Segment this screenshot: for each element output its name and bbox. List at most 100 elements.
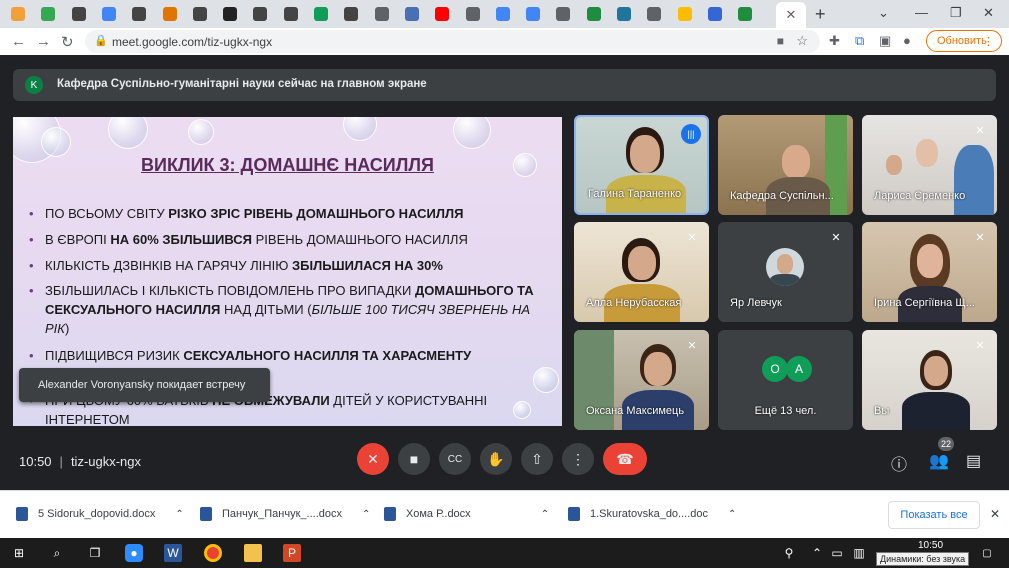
extensions-icon[interactable]: ✚	[829, 33, 840, 49]
download-item[interactable]: 5 Sidoruk_dopovid.docx ⌃	[16, 507, 184, 521]
task-view-icon[interactable]: ❒	[86, 544, 104, 562]
end-call-button[interactable]: ☎	[603, 443, 647, 475]
wordpress-icon	[617, 7, 631, 21]
browser-tab[interactable]	[491, 3, 515, 25]
address-bar[interactable]: 🔒 meet.google.com/tiz-ugkx-ngx ■ ☆	[85, 30, 820, 53]
tab-search-icon[interactable]: ⌄	[878, 5, 889, 21]
restore-icon[interactable]: ❐	[950, 5, 962, 21]
chevron-up-icon[interactable]: ⌃	[362, 509, 370, 520]
browser-tab[interactable]	[97, 3, 121, 25]
profile-icon[interactable]: ●	[903, 33, 911, 48]
browser-tab[interactable]	[6, 3, 30, 25]
browser-tab[interactable]	[158, 3, 182, 25]
browser-tab[interactable]	[521, 3, 545, 25]
more-participants-tile[interactable]: О А Ещё 13 чел.	[718, 330, 853, 430]
url-text[interactable]: meet.google.com/tiz-ugkx-ngx	[112, 35, 272, 49]
browser-tab[interactable]	[551, 3, 575, 25]
docs-icon	[526, 7, 541, 21]
download-item[interactable]: Панчук_Панчук_....docx ⌃	[200, 507, 370, 521]
participant-avatar: А	[786, 356, 812, 382]
clock-time[interactable]: 10:50	[918, 540, 943, 551]
notifications-icon[interactable]: ▢	[978, 544, 996, 562]
browser-tab[interactable]	[127, 3, 151, 25]
bookmark-star-icon[interactable]: ☆	[796, 33, 808, 49]
download-item[interactable]: Хома Р..docx ⌃	[384, 507, 549, 521]
show-all-downloads-button[interactable]: Показать все	[888, 501, 980, 529]
browser-tab[interactable]	[673, 3, 697, 25]
browser-tab[interactable]	[733, 3, 757, 25]
more-options-button[interactable]: ⋮	[562, 443, 594, 475]
update-button[interactable]: Обновить ⋮	[926, 30, 1002, 52]
browser-tab[interactable]	[612, 3, 636, 25]
participant-tile[interactable]: ✕ Оксана Максимець	[574, 330, 709, 430]
camera-button[interactable]: ■	[398, 443, 430, 475]
globe-icon	[465, 7, 480, 21]
window-close-icon[interactable]: ✕	[983, 5, 994, 21]
browser-tab[interactable]	[188, 3, 212, 25]
meeting-info: 10:50 | tiz-ugkx-ngx	[19, 454, 141, 469]
zoom-app-icon[interactable]: ●	[125, 544, 143, 562]
participant-name: Галина Тараненко	[588, 188, 682, 200]
close-downloads-icon[interactable]: ✕	[990, 507, 1000, 521]
minimize-icon[interactable]: —	[915, 5, 928, 20]
browser-tab[interactable]	[279, 3, 303, 25]
info-icon[interactable]: ⓘ	[891, 451, 907, 475]
chevron-up-icon[interactable]: ⌃	[728, 509, 736, 520]
browser-tab[interactable]	[370, 3, 394, 25]
participant-tile[interactable]: Кафедра Суспільн...	[718, 115, 853, 215]
present-button[interactable]: ⇧	[521, 443, 553, 475]
powerpoint-app-icon[interactable]: P	[283, 544, 301, 562]
lock-icon[interactable]: 🔒	[94, 34, 108, 47]
participant-tile[interactable]: ||| Галина Тараненко	[574, 115, 709, 215]
windows-start-icon[interactable]: ⊞	[10, 544, 28, 562]
participant-tile[interactable]: ✕ Яр Левчук	[718, 222, 853, 322]
browser-tab[interactable]	[218, 3, 242, 25]
new-tab-button[interactable]: +	[815, 4, 826, 25]
back-icon[interactable]: ←	[11, 33, 26, 50]
cast-icon[interactable]: ⧉	[855, 33, 864, 49]
browser-tab[interactable]	[642, 3, 666, 25]
camera-icon[interactable]: ■	[777, 34, 784, 48]
chrome-app-icon[interactable]	[204, 544, 222, 562]
participant-tile[interactable]: ✕ Алла Нерубасская	[574, 222, 709, 322]
participant-tile[interactable]: ✕ Ірина Сергіївна Щ...	[862, 222, 997, 322]
chevron-up-icon[interactable]: ⌃	[808, 544, 826, 562]
slide-bullet: КІЛЬКІСТЬ ДЗВІНКІВ НА ГАРЯЧУ ЛІНІЮ ЗБІЛЬ…	[29, 256, 545, 275]
self-tile[interactable]: ✕ Вы	[862, 330, 997, 430]
browser-tab[interactable]	[309, 3, 333, 25]
active-tab[interactable]: ✕	[776, 2, 806, 28]
browser-tab[interactable]	[582, 3, 606, 25]
raise-hand-button[interactable]: ✋	[480, 443, 512, 475]
browser-tab[interactable]	[248, 3, 272, 25]
chevron-up-icon[interactable]: ⌃	[541, 509, 549, 520]
microphone-button[interactable]: ✕	[357, 443, 389, 475]
tab-close-icon[interactable]: ✕	[786, 7, 797, 23]
forward-icon[interactable]: →	[36, 33, 51, 50]
file-explorer-icon[interactable]	[244, 544, 262, 562]
people-icon[interactable]: 👥	[929, 451, 949, 471]
chevron-up-icon[interactable]: ⌃	[175, 509, 183, 520]
participant-tile[interactable]: ✕ Лариса Єременко	[862, 115, 997, 215]
bullet-bold-text: СЕКСУАЛЬНОГО НАСИЛЛЯ ТА ХАРАСМЕНТУ	[183, 348, 472, 363]
captions-button[interactable]: CC	[439, 443, 471, 475]
battery-icon[interactable]: ▭	[828, 544, 846, 562]
browser-tab[interactable]	[461, 3, 485, 25]
browser-tab[interactable]	[36, 3, 60, 25]
chat-icon[interactable]: ▤	[966, 451, 981, 471]
reload-icon[interactable]: ↻	[61, 33, 74, 51]
download-item[interactable]: 1.Skuratovska_do....doc ⌃	[568, 507, 736, 521]
browser-tab[interactable]	[400, 3, 424, 25]
meet-area: K Кафедра Суспільно-гуманітарні науки се…	[0, 55, 1009, 490]
word-app-icon[interactable]: W	[164, 544, 182, 562]
globe-icon	[647, 7, 662, 21]
side-panel-icon[interactable]: ▣	[879, 33, 891, 49]
browser-tab[interactable]	[339, 3, 363, 25]
muted-mic-icon: ✕	[687, 232, 697, 244]
browser-tab[interactable]	[430, 3, 454, 25]
network-icon[interactable]: ▥	[850, 544, 868, 562]
person-icon[interactable]: ⚲	[780, 544, 798, 562]
browser-tab[interactable]	[703, 3, 727, 25]
bullet-text: РІВЕНЬ ДОМАШНЬОГО НАСИЛЛЯ	[252, 232, 468, 247]
search-icon[interactable]: ⌕	[48, 544, 66, 562]
browser-tab[interactable]	[67, 3, 91, 25]
